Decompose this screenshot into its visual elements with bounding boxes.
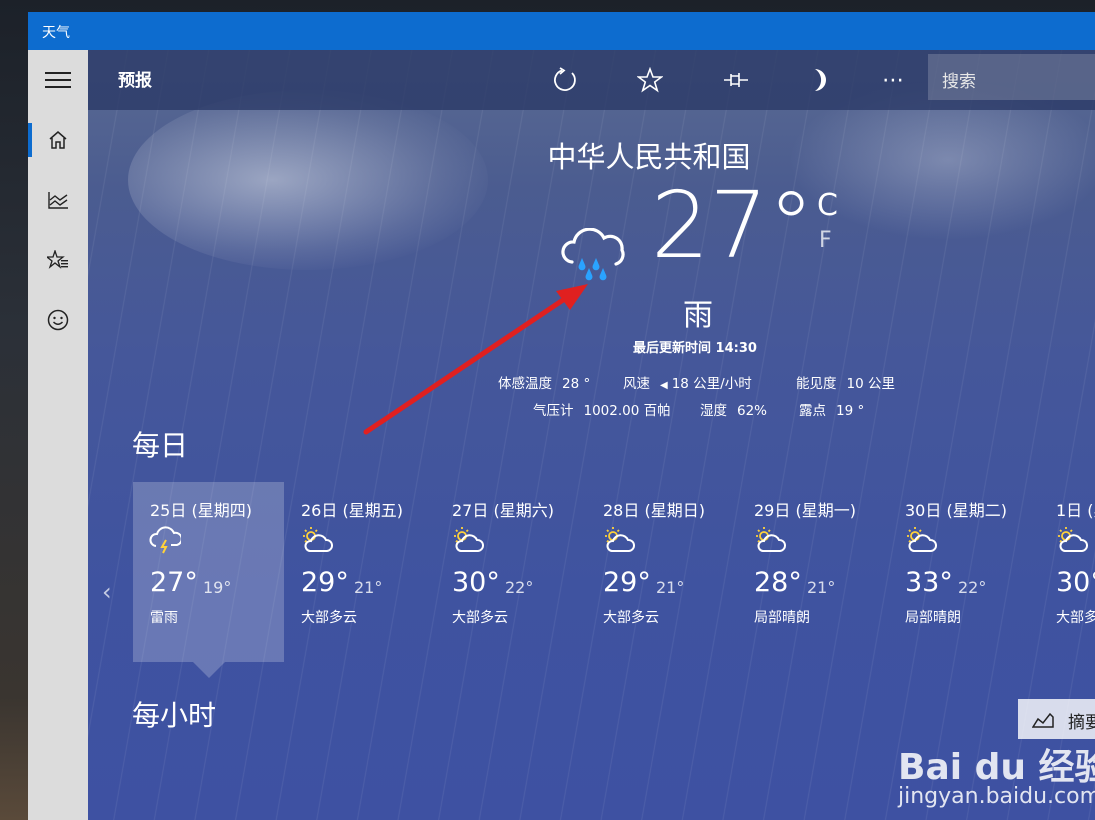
- annotation-red-arrow: [363, 284, 588, 435]
- weather-app-window: 天气 预报 ⋯ 搜索 中华人民共和国 27° C F 雨 最后更新时间 14:3…: [28, 12, 1095, 820]
